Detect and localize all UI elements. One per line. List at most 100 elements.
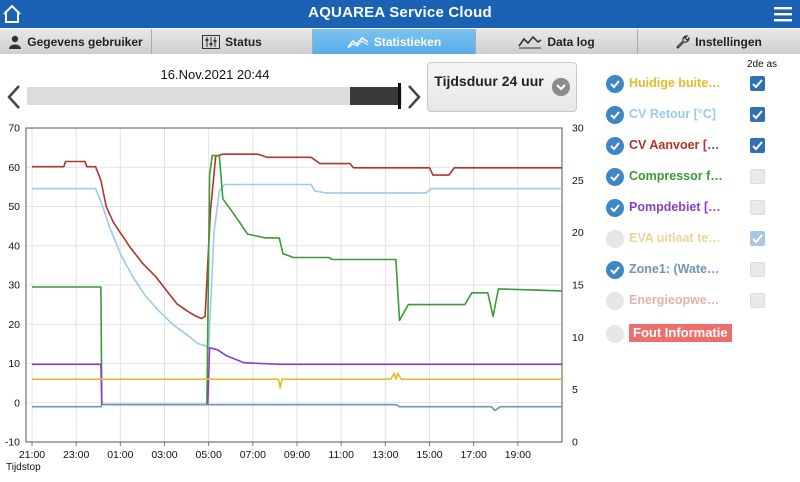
second-axis-checkbox[interactable] — [750, 293, 765, 308]
legend-series-label: Energieopwe… — [629, 293, 720, 307]
title-bar: AQUAREA Service Cloud — [0, 0, 800, 28]
y-right-tick-label: 20 — [572, 227, 584, 239]
hamburger-menu-icon[interactable] — [774, 6, 792, 22]
x-tick-label: 05:00 — [196, 449, 222, 461]
x-tick-label: 19:00 — [505, 449, 531, 461]
check-icon — [752, 141, 763, 151]
legend-row[interactable]: Pompdebiet [… — [604, 198, 794, 218]
second-axis-checkbox[interactable] — [750, 169, 765, 184]
check-icon — [610, 111, 620, 120]
y-left-tick-label: 20 — [8, 319, 20, 331]
wrench-icon — [676, 34, 690, 49]
second-axis-checkbox[interactable] — [750, 138, 765, 153]
series-toggle-radio[interactable] — [606, 230, 624, 248]
y-right-tick-label: 15 — [572, 280, 584, 292]
legend-series-label: Pompdebiet [… — [629, 200, 721, 214]
y-right-tick-label: 30 — [572, 123, 584, 135]
tab-gegevens-gebruiker[interactable]: Gegevens gebruiker — [0, 29, 152, 54]
y-left-tick-label: 30 — [8, 280, 20, 292]
legend-series-label: Compressor f… — [629, 169, 723, 183]
y-left-tick-label: 70 — [8, 123, 20, 135]
check-icon — [752, 110, 763, 120]
timeline-slider[interactable] — [27, 83, 402, 109]
tab-instellingen[interactable]: Instellingen — [638, 29, 800, 54]
legend-row[interactable]: Zone1: (Wate… — [604, 260, 794, 280]
y-left-tick-label: -10 — [5, 437, 20, 449]
timeline-date: 16.Nov.2021 20:44 — [160, 67, 270, 82]
y-left-tick-label: 50 — [8, 201, 20, 213]
tab-label: Status — [225, 34, 262, 49]
fout-informatie-badge[interactable]: Fout Informatie — [629, 324, 732, 342]
app-title: AQUAREA Service Cloud — [308, 4, 492, 21]
tab-label: Statistieken — [373, 34, 442, 49]
x-tick-label: 15:00 — [416, 449, 442, 461]
legend-series-label: CV Aanvoer [… — [629, 138, 720, 152]
tab-status[interactable]: Status — [152, 29, 313, 54]
second-axis-checkbox[interactable] — [750, 107, 765, 122]
tab-data-log[interactable]: Data log — [476, 29, 638, 54]
y-left-tick-label: 10 — [8, 358, 20, 370]
tab-label: Gegevens gebruiker — [27, 34, 143, 49]
statistics-panel: 16.Nov.2021 20:44 Tijdsduur 24 uur 21:00… — [0, 54, 800, 482]
tab-label: Data log — [547, 34, 595, 49]
timeline-slider-fill — [350, 87, 398, 105]
tab-statistieken[interactable]: Statistieken — [313, 29, 476, 54]
x-axis-label: Tijdstop — [6, 462, 41, 473]
duration-label: Tijdsduur 24 uur — [434, 73, 544, 89]
fout-radio[interactable] — [606, 325, 624, 343]
x-tick-label: 17:00 — [461, 449, 487, 461]
y-left-tick-label: 60 — [8, 162, 20, 174]
y-right-tick-label: 0 — [572, 437, 578, 449]
statistics-chart: 21:00 23:00 01:00 03:00 05:00 07:00 09:00 11:00… — [5, 123, 584, 462]
chevron-down-icon — [552, 78, 570, 96]
check-icon — [752, 234, 763, 244]
check-icon — [610, 204, 620, 213]
series-toggle-radio[interactable] — [606, 168, 624, 186]
check-icon — [610, 266, 620, 275]
check-icon — [610, 80, 620, 89]
legend-series-label: Huidige buite… — [629, 76, 721, 90]
x-tick-label: 09:00 — [284, 449, 310, 461]
y-left-tick-label: 0 — [14, 397, 20, 409]
check-icon — [610, 142, 620, 151]
user-icon — [9, 35, 22, 49]
legend-series-label: Zone1: (Wate… — [629, 262, 720, 276]
legend-series-label: EVA uitlaat te… — [629, 231, 721, 245]
previous-arrow-icon[interactable] — [6, 84, 22, 110]
timeline-slider-handle[interactable] — [398, 83, 401, 109]
legend-row[interactable]: Energieopwe… — [604, 291, 794, 311]
series-toggle-radio[interactable] — [606, 137, 624, 155]
second-axis-checkbox[interactable] — [750, 231, 765, 246]
check-icon — [610, 173, 620, 182]
legend-series-label: CV Retour [°C] — [629, 107, 716, 121]
status-sliders-icon — [202, 34, 221, 49]
second-axis-header: 2de as — [747, 59, 778, 70]
x-tick-label: 11:00 — [328, 449, 354, 461]
series-toggle-radio[interactable] — [606, 75, 624, 93]
series-toggle-radio[interactable] — [606, 292, 624, 310]
series-toggle-radio[interactable] — [606, 199, 624, 217]
legend-row-fout[interactable]: Fout Informatie — [604, 324, 794, 344]
x-tick-label: 21:00 — [19, 449, 45, 461]
x-tick-label: 03:00 — [151, 449, 177, 461]
legend-row[interactable]: Huidige buite… — [604, 74, 794, 94]
series-toggle-radio[interactable] — [606, 261, 624, 279]
chart-line-icon — [347, 36, 369, 48]
legend-row[interactable]: EVA uitlaat te… — [604, 229, 794, 249]
y-right-tick-label: 10 — [572, 332, 584, 344]
x-tick-label: 13:00 — [372, 449, 398, 461]
check-icon — [752, 79, 763, 89]
legend-panel: 2de as Huidige buite… CV Retour [°C] CV Aa… — [600, 54, 800, 482]
second-axis-checkbox[interactable] — [750, 200, 765, 215]
second-axis-checkbox[interactable] — [750, 76, 765, 91]
legend-row[interactable]: CV Retour [°C] — [604, 105, 794, 125]
legend-row[interactable]: CV Aanvoer [… — [604, 136, 794, 156]
series-toggle-radio[interactable] — [606, 106, 624, 124]
legend-row[interactable]: Compressor f… — [604, 167, 794, 187]
second-axis-checkbox[interactable] — [750, 262, 765, 277]
datalog-icon — [518, 35, 542, 48]
duration-select[interactable]: Tijdsduur 24 uur — [427, 62, 577, 112]
next-arrow-icon[interactable] — [406, 84, 422, 110]
tab-bar: Gegevens gebruiker Status Statistieken D… — [0, 29, 800, 54]
x-tick-label: 01:00 — [107, 449, 133, 461]
